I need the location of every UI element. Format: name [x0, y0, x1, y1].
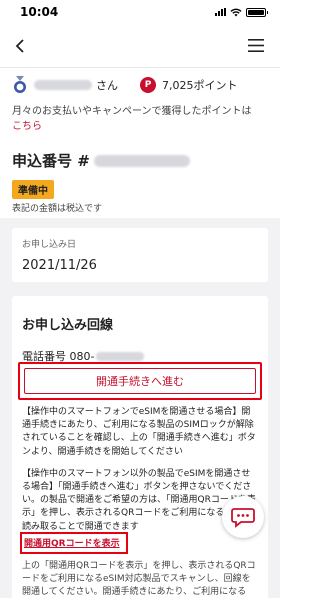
instruction-this-device: 【操作中のスマートフォンでeSIMを開通させる場合】開通手続きにあたり、ご利用に…	[22, 407, 256, 457]
user-name-redacted	[34, 80, 92, 90]
qr-instructions: 上の「開通用QRコードを表示」を押し、表示されるQRコードをご利用になるeSIM…	[22, 561, 256, 598]
user-summary: さん P 7,025ポイント	[0, 72, 280, 98]
status-bar: 10:04	[0, 0, 280, 24]
application-date-value: 2021/11/26	[22, 258, 97, 273]
qr-link-highlight: 開通用QRコードを表示	[20, 532, 128, 554]
hamburger-menu-icon	[248, 39, 264, 52]
points-info-text: 月々のお支払いやキャンペーンで獲得したポイントは	[12, 106, 252, 117]
tax-note: 表記の金額は税込です	[12, 204, 103, 214]
order-number-title: 申込番号 #	[12, 150, 190, 171]
signal-icon	[215, 8, 226, 16]
order-number-label: 申込番号 #	[12, 152, 90, 170]
phone-number-redacted	[96, 351, 145, 361]
user-name-suffix: さん	[96, 79, 118, 92]
order-number-redacted	[93, 154, 190, 167]
chat-support-button[interactable]	[222, 496, 264, 538]
status-time: 10:04	[20, 5, 59, 19]
battery-icon	[246, 7, 268, 17]
activate-button-highlight: 開通手続きへ進む	[18, 362, 262, 400]
application-date-label: お申し込み日	[22, 240, 77, 250]
status-badge: 準備中	[12, 180, 54, 199]
nav-bar	[0, 24, 280, 68]
point-icon: P	[140, 77, 156, 93]
menu-button[interactable]	[246, 36, 266, 56]
points-info-link[interactable]: こちら	[12, 121, 42, 132]
rank-badge-icon	[14, 76, 26, 93]
activate-button[interactable]: 開通手続きへ進む	[24, 368, 256, 394]
application-line-card: お申し込み回線 電話番号 080- 開通手続きへ進む 【操作中のスマートフォンで…	[12, 296, 268, 598]
point-balance: 7,025ポイント	[162, 79, 238, 92]
chat-bubble-icon	[231, 508, 255, 528]
status-icons	[215, 7, 268, 17]
wifi-icon	[230, 8, 242, 16]
back-button[interactable]	[10, 36, 30, 56]
application-date-card: お申し込み日 2021/11/26	[12, 228, 268, 282]
points-info: 月々のお支払いやキャンペーンで獲得したポイントは こちら	[12, 104, 272, 134]
show-qr-code-link[interactable]: 開通用QRコードを表示	[24, 536, 120, 549]
chevron-left-icon	[15, 38, 24, 53]
line-section-title: お申し込み回線	[22, 318, 114, 333]
